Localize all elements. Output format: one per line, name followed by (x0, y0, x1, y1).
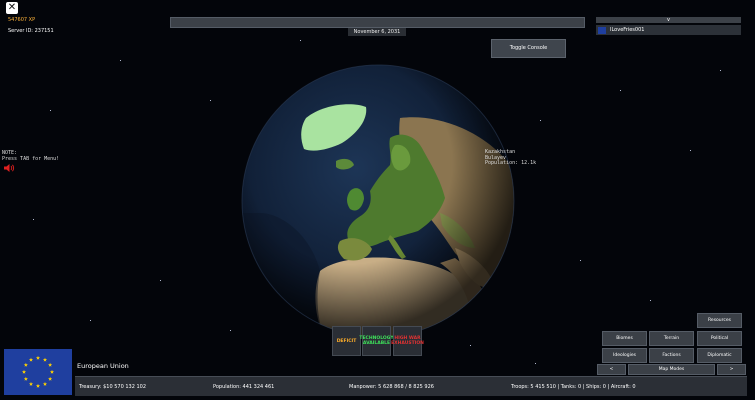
mapmode-diplomatic-button[interactable]: Diplomatic (697, 348, 742, 363)
note-text: Press TAB for Menu! (2, 156, 60, 162)
technology-alert-button[interactable]: TECHNOLOGY AVAILABLE (359, 326, 394, 356)
player-name: ILoveFries001 (610, 27, 645, 33)
treasury-stat: Treasury: $10 570 132 102 (79, 384, 147, 390)
player-flag-icon (598, 26, 606, 34)
top-notification-bar (170, 17, 585, 28)
player-list-item[interactable]: ILoveFries001 (596, 25, 741, 35)
military-stat: Troops: 5 415 510 | Tanks: 0 | Ships: 0 … (511, 384, 636, 390)
globe-map[interactable] (240, 63, 516, 339)
population-stat: Population: 441 324 461 (213, 384, 275, 390)
mapmode-resources-button[interactable]: Resources (697, 313, 742, 328)
speaker-icon[interactable] (3, 163, 15, 173)
city-population: Population: 12.1k (485, 160, 537, 166)
close-icon: ✕ (7, 2, 17, 13)
mapmode-next-button[interactable]: > (717, 364, 746, 375)
mapmode-ideologies-button[interactable]: Ideologies (602, 348, 647, 363)
server-id: Server ID: 237151 (8, 28, 54, 34)
chevron-down-icon: v (667, 17, 670, 23)
mapmode-prev-button[interactable]: < (597, 364, 626, 375)
mapmode-political-button[interactable]: Political (697, 331, 742, 346)
mapmode-terrain-button[interactable]: Terrain (649, 331, 694, 346)
country-flag-icon[interactable] (4, 349, 72, 395)
playerlist-collapse-button[interactable]: v (596, 17, 741, 23)
country-stats-bar: Treasury: $10 570 132 102 Population: 44… (75, 376, 747, 396)
game-date: November 6, 2031 (348, 28, 406, 36)
manpower-stat: Manpower: 5 628 868 / 8 825 926 (349, 384, 434, 390)
xp-counter: 547607 XP (8, 17, 36, 23)
mapmode-label: Map Modes (628, 364, 715, 375)
toggle-console-button[interactable]: Toggle Console (491, 39, 566, 58)
deficit-alert-button[interactable]: DEFICIT (332, 326, 361, 356)
mapmode-biomes-button[interactable]: Biomes (602, 331, 647, 346)
hover-tooltip: Kazakhstan Bulayev Population: 12.1k (485, 149, 537, 167)
close-button[interactable]: ✕ (6, 2, 18, 14)
mapmode-factions-button[interactable]: Factions (649, 348, 694, 363)
war-exhaustion-alert-button[interactable]: HIGH WAR EXHAUSTION (391, 326, 424, 356)
menu-hint: NOTE: Press TAB for Menu! (2, 150, 59, 162)
country-name: European Union (77, 362, 129, 370)
